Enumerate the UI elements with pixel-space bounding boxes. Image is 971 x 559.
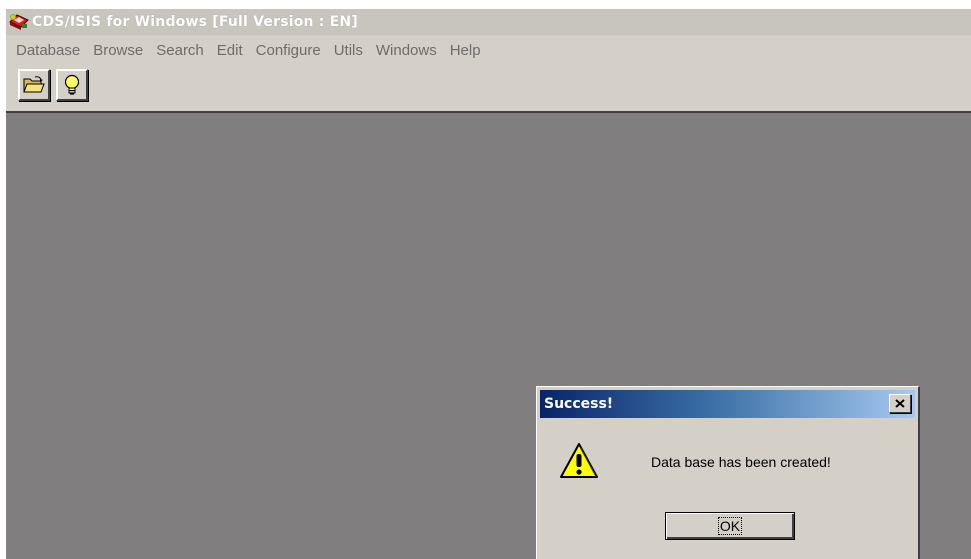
ok-button-label: OK xyxy=(717,517,743,535)
dialog-message: Data base has been created! xyxy=(651,454,831,470)
menu-bar: Database Browse Search Edit Configure Ut… xyxy=(6,35,971,65)
menu-edit[interactable]: Edit xyxy=(211,42,250,59)
menu-utils[interactable]: Utils xyxy=(328,42,370,59)
menu-search[interactable]: Search xyxy=(150,42,211,59)
dialog-title-bar[interactable]: Success! xyxy=(540,390,915,418)
ok-button[interactable]: OK xyxy=(665,512,795,540)
info-button[interactable] xyxy=(56,69,88,101)
warning-icon xyxy=(560,443,598,478)
menu-windows[interactable]: Windows xyxy=(370,42,444,59)
open-database-button[interactable] xyxy=(18,69,50,101)
title-bar[interactable]: CDS/ISIS for Windows [Full Version : EN] xyxy=(6,9,971,35)
menu-database[interactable]: Database xyxy=(10,42,87,59)
dialog-title: Success! xyxy=(544,396,614,412)
success-dialog: Success! Data base has been created! OK xyxy=(536,386,920,559)
app-window: CDS/ISIS for Windows [Full Version : EN]… xyxy=(6,9,971,559)
lightbulb-icon xyxy=(64,74,80,95)
close-icon xyxy=(895,399,905,408)
app-icon[interactable] xyxy=(6,9,32,35)
menu-configure[interactable]: Configure xyxy=(250,42,328,59)
menu-browse[interactable]: Browse xyxy=(87,42,150,59)
toolbar xyxy=(6,65,971,113)
open-folder-icon xyxy=(23,76,45,93)
window-title: CDS/ISIS for Windows [Full Version : EN] xyxy=(32,14,358,30)
menu-help[interactable]: Help xyxy=(444,42,488,59)
close-button[interactable] xyxy=(889,394,911,413)
